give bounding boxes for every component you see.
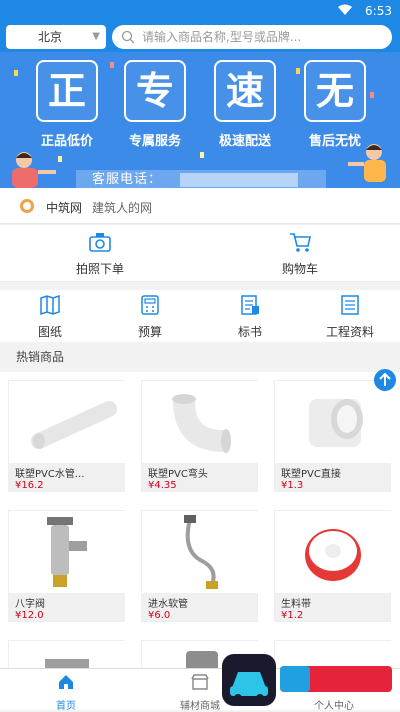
calculator-icon bbox=[139, 294, 161, 316]
tab-home[interactable]: 首页 bbox=[16, 673, 116, 712]
category-engineering-docs[interactable]: 工程资料 bbox=[310, 294, 390, 340]
product-image bbox=[142, 381, 259, 463]
confetti bbox=[14, 70, 18, 76]
product-price: ¥6.0 bbox=[148, 610, 251, 621]
confetti bbox=[200, 152, 204, 158]
search-icon bbox=[121, 30, 135, 44]
product-price: ¥1.3 bbox=[281, 480, 384, 491]
product-name: 生料带 bbox=[281, 595, 384, 610]
top-bar: 北京 ▼ 请输入商品名称,型号或品牌... bbox=[0, 22, 400, 52]
arrow-up-icon bbox=[374, 369, 396, 391]
confetti bbox=[110, 62, 114, 68]
product-card[interactable]: 八字阀¥12.0 bbox=[8, 510, 125, 622]
product-image bbox=[275, 381, 392, 463]
photo-order-button[interactable]: 拍照下单 bbox=[40, 231, 160, 277]
section-title: 热销商品 bbox=[0, 346, 400, 368]
clock: 6:53 bbox=[365, 4, 392, 18]
product-price: ¥1.2 bbox=[281, 610, 384, 621]
feature-char: 正 bbox=[36, 60, 98, 122]
home-icon bbox=[57, 673, 75, 691]
camera-icon bbox=[88, 231, 112, 253]
product-card[interactable]: 联塑PVC直接¥1.3 bbox=[274, 380, 391, 492]
product-image bbox=[9, 641, 126, 668]
product-image bbox=[275, 511, 392, 593]
site-slogan: 建筑人的网 bbox=[92, 199, 152, 216]
product-image bbox=[142, 511, 259, 593]
hotline-bar: 客服电话： bbox=[76, 170, 326, 188]
category-bid[interactable]: 标书 bbox=[210, 294, 290, 340]
category-label: 预算 bbox=[110, 323, 190, 340]
feature-caption: 极速配送 bbox=[206, 130, 284, 149]
product-name: 联塑PVC弯头 bbox=[148, 465, 251, 480]
search-placeholder: 请输入商品名称,型号或品牌... bbox=[142, 30, 301, 44]
category-budget[interactable]: 预算 bbox=[110, 294, 190, 340]
feature-caption: 专属服务 bbox=[116, 130, 194, 149]
product-card[interactable] bbox=[8, 640, 125, 668]
chevron-down-icon: ▼ bbox=[92, 25, 100, 49]
product-name: 联塑PVC直接 bbox=[281, 465, 384, 480]
product-price: ¥12.0 bbox=[15, 610, 118, 621]
feature-fast: 速 极速配送 bbox=[206, 60, 284, 149]
feature-char: 速 bbox=[214, 60, 276, 122]
product-price: ¥16.2 bbox=[15, 480, 118, 491]
promo-banner[interactable]: 正 正品低价 专 专属服务 速 极速配送 无 售后无忧 客服电话： bbox=[0, 52, 400, 188]
product-card[interactable]: 联塑PVC弯头¥4.35 bbox=[141, 380, 258, 492]
feature-char: 无 bbox=[304, 60, 366, 122]
city-selector[interactable]: 北京 ▼ bbox=[6, 25, 106, 49]
feature-char: 专 bbox=[124, 60, 186, 122]
category-drawings[interactable]: 图纸 bbox=[10, 294, 90, 340]
wifi-icon bbox=[338, 4, 352, 16]
cart-button[interactable]: 购物车 bbox=[240, 231, 360, 277]
map-icon bbox=[39, 294, 61, 316]
search-input[interactable]: 请输入商品名称,型号或品牌... bbox=[112, 25, 392, 49]
product-card[interactable]: 进水软管¥6.0 bbox=[141, 510, 258, 622]
city-label: 北京 bbox=[38, 30, 62, 44]
product-card[interactable]: 生料带¥1.2 bbox=[274, 510, 391, 622]
product-price: ¥4.35 bbox=[148, 480, 251, 491]
product-name: 进水软管 bbox=[148, 595, 251, 610]
back-to-top-button[interactable] bbox=[374, 369, 396, 391]
category-label: 工程资料 bbox=[310, 323, 390, 340]
quick-actions: 拍照下单 购物车 bbox=[0, 224, 400, 282]
product-image bbox=[9, 381, 126, 463]
feature-aftersale: 无 售后无忧 bbox=[296, 60, 374, 149]
confetti bbox=[58, 156, 62, 162]
hotline-label: 客服电话： bbox=[92, 172, 162, 187]
site-name: 中筑网 bbox=[46, 199, 82, 216]
product-name: 八字阀 bbox=[15, 595, 118, 610]
feature-genuine: 正 正品低价 bbox=[28, 60, 106, 149]
product-card[interactable]: 联塑PVC水管...¥16.2 bbox=[8, 380, 125, 492]
status-bar: 6:53 bbox=[0, 0, 400, 22]
feature-exclusive: 专 专属服务 bbox=[116, 60, 194, 149]
category-label: 图纸 bbox=[10, 323, 90, 340]
site-bar: 中筑网 建筑人的网 bbox=[0, 188, 400, 224]
photo-order-label: 拍照下单 bbox=[40, 260, 160, 277]
category-label: 标书 bbox=[210, 323, 290, 340]
site-logo-icon bbox=[20, 199, 34, 213]
store-icon bbox=[191, 673, 209, 691]
cart-icon bbox=[288, 231, 312, 253]
product-image bbox=[9, 511, 126, 593]
product-grid: 联塑PVC水管...¥16.2 联塑PVC弯头¥4.35 联塑PVC直接¥1.3… bbox=[0, 372, 400, 668]
feature-caption: 正品低价 bbox=[28, 130, 106, 149]
product-name: 联塑PVC水管... bbox=[15, 465, 118, 480]
person-illustration-right bbox=[344, 140, 398, 188]
document-icon bbox=[339, 294, 361, 316]
bid-document-icon bbox=[239, 294, 261, 316]
hotline-number-redacted bbox=[180, 173, 298, 187]
category-grid: 图纸 预算 标书 工程资料 bbox=[0, 290, 400, 342]
cart-label: 购物车 bbox=[240, 260, 360, 277]
watermark-logo bbox=[220, 652, 396, 708]
person-illustration-left bbox=[4, 148, 58, 188]
